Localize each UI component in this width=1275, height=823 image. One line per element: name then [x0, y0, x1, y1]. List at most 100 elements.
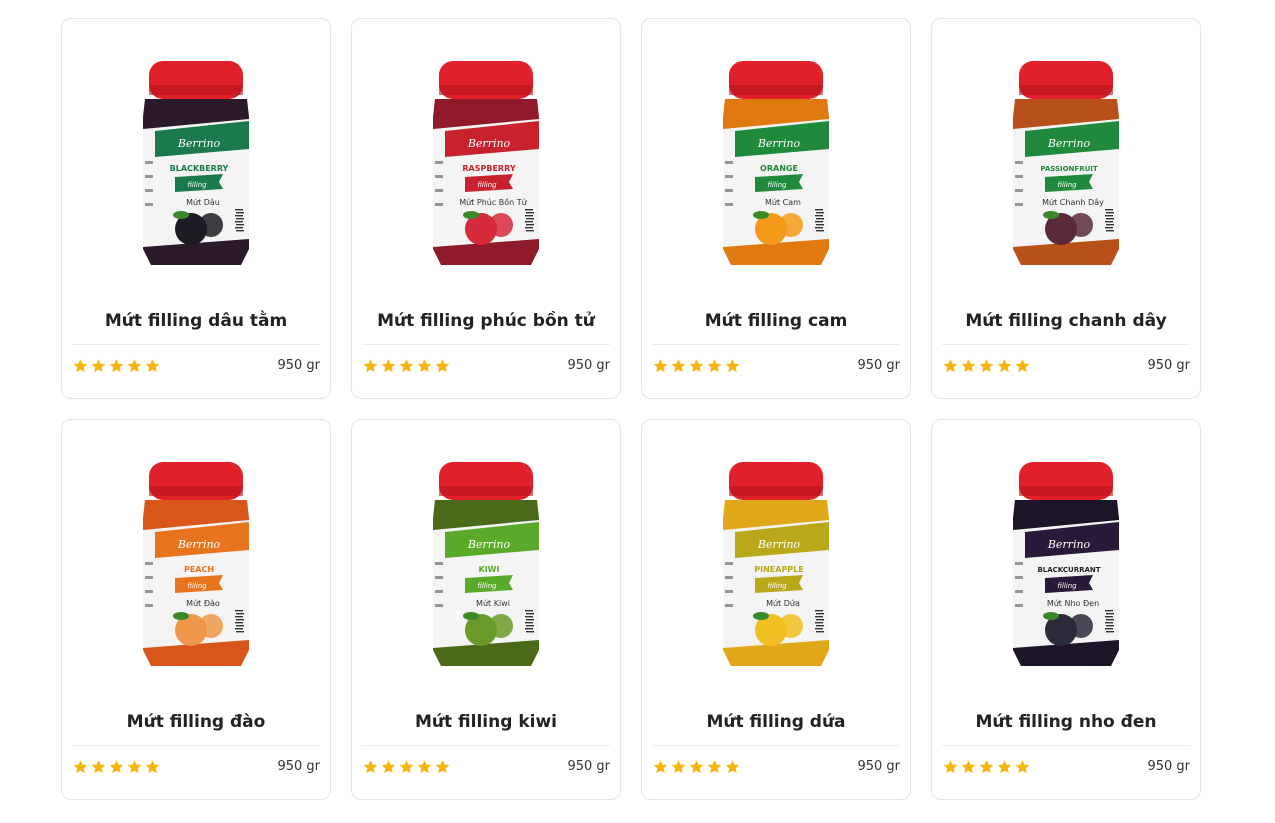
star-icon	[73, 359, 88, 373]
rating-stars	[652, 759, 741, 775]
vietnamese-label-text: Mứt Đào	[186, 599, 220, 608]
product-title[interactable]: Mứt filling cam	[652, 311, 900, 331]
product-image[interactable]: Berrino BLACKCURRANT filling Mứt Nho Đen	[932, 420, 1200, 700]
rating-stars	[72, 759, 161, 775]
product-image[interactable]: Berrino BLACKBERRY filling Mứt Dâu	[62, 19, 330, 299]
product-weight: 950 gr	[857, 358, 900, 373]
filling-ribbon-text: filling	[1057, 181, 1077, 189]
product-title[interactable]: Mứt filling nho đen	[942, 712, 1190, 732]
star-icon	[707, 760, 722, 774]
divider	[362, 745, 610, 746]
star-icon	[399, 760, 414, 774]
divider	[652, 344, 900, 345]
product-title[interactable]: Mứt filling chanh dây	[942, 311, 1190, 331]
product-image[interactable]: Berrino PASSIONFRUIT filling Mứt Chanh Dây	[932, 19, 1200, 299]
vietnamese-label-text: Mứt Kiwi	[476, 599, 510, 608]
brand-logo-text: Berrino	[467, 137, 511, 150]
star-icon	[725, 359, 740, 373]
star-icon	[127, 359, 142, 373]
product-weight: 950 gr	[1147, 358, 1190, 373]
star-icon	[145, 359, 160, 373]
star-icon	[399, 359, 414, 373]
flavor-label-text: BLACKBERRY	[170, 164, 229, 173]
product-weight: 950 gr	[277, 358, 320, 373]
vietnamese-label-text: Mứt Dâu	[186, 198, 220, 207]
flavor-label-text: PASSIONFRUIT	[1040, 165, 1098, 173]
star-icon	[417, 760, 432, 774]
product-card[interactable]: Berrino PEACH filling Mứt Đào Mứt filling đà…	[61, 419, 331, 800]
star-icon	[1015, 760, 1030, 774]
star-icon	[689, 760, 704, 774]
product-jar-image: Berrino KIWI filling Mứt Kiwi	[433, 462, 539, 666]
product-card[interactable]: Berrino RASPBERRY filling Mứt Phúc Bồn Tử Mứ…	[351, 18, 621, 399]
product-title[interactable]: Mứt filling dứa	[652, 712, 900, 732]
star-icon	[943, 760, 958, 774]
divider	[942, 344, 1190, 345]
product-card[interactable]: Berrino PINEAPPLE filling Mứt Dứa Mứt fillin…	[641, 419, 911, 800]
rating-stars	[942, 759, 1031, 775]
brand-logo-text: Berrino	[177, 137, 221, 150]
product-jar-image: Berrino PEACH filling Mứt Đào	[143, 462, 249, 666]
flavor-label-text: PEACH	[184, 565, 214, 574]
filling-ribbon-text: filling	[187, 582, 207, 590]
flavor-label-text: RASPBERRY	[462, 164, 515, 173]
vietnamese-label-text: Mứt Nho Đen	[1047, 599, 1099, 608]
product-weight: 950 gr	[277, 759, 320, 774]
star-icon	[381, 760, 396, 774]
product-image[interactable]: Berrino PINEAPPLE filling Mứt Dứa	[642, 420, 910, 700]
brand-logo-text: Berrino	[757, 137, 801, 150]
star-icon	[145, 760, 160, 774]
brand-logo-text: Berrino	[1047, 538, 1091, 551]
product-jar-image: Berrino RASPBERRY filling Mứt Phúc Bồn Tử	[433, 61, 539, 265]
product-title[interactable]: Mứt filling kiwi	[362, 712, 610, 732]
product-card[interactable]: Berrino PASSIONFRUIT filling Mứt Chanh Dây M…	[931, 18, 1201, 399]
product-image[interactable]: Berrino RASPBERRY filling Mứt Phúc Bồn Tử	[352, 19, 620, 299]
product-weight: 950 gr	[857, 759, 900, 774]
brand-logo-text: Berrino	[467, 538, 511, 551]
product-card[interactable]: Berrino KIWI filling Mứt Kiwi Mứt filling ki…	[351, 419, 621, 800]
divider	[652, 745, 900, 746]
product-grid: Berrino BLACKBERRY filling Mứt Dâu Mứt filli…	[61, 18, 1201, 800]
divider	[72, 344, 320, 345]
product-image[interactable]: Berrino ORANGE filling Mứt Cam	[642, 19, 910, 299]
star-icon	[653, 359, 668, 373]
product-card[interactable]: Berrino BLACKCURRANT filling Mứt Nho Đen Mứt…	[931, 419, 1201, 800]
vietnamese-label-text: Mứt Phúc Bồn Tử	[459, 197, 527, 207]
star-icon	[435, 359, 450, 373]
star-icon	[979, 359, 994, 373]
product-title[interactable]: Mứt filling dâu tằm	[72, 311, 320, 331]
filling-ribbon-text: filling	[767, 582, 787, 590]
star-icon	[109, 359, 124, 373]
brand-logo-text: Berrino	[757, 538, 801, 551]
star-icon	[109, 760, 124, 774]
product-jar-image: Berrino ORANGE filling Mứt Cam	[723, 61, 829, 265]
product-jar-image: Berrino PINEAPPLE filling Mứt Dứa	[723, 462, 829, 666]
filling-ribbon-text: filling	[767, 181, 787, 189]
product-jar-image: Berrino BLACKCURRANT filling Mứt Nho Đen	[1013, 462, 1119, 666]
star-icon	[707, 359, 722, 373]
vietnamese-label-text: Mứt Dứa	[766, 599, 800, 608]
flavor-label-text: KIWI	[479, 565, 500, 574]
product-weight: 950 gr	[567, 759, 610, 774]
product-title[interactable]: Mứt filling phúc bồn tử	[362, 311, 610, 331]
star-icon	[435, 760, 450, 774]
product-title[interactable]: Mứt filling đào	[72, 712, 320, 732]
product-card[interactable]: Berrino BLACKBERRY filling Mứt Dâu Mứt filli…	[61, 18, 331, 399]
product-weight: 950 gr	[567, 358, 610, 373]
rating-stars	[362, 358, 451, 374]
vietnamese-label-text: Mứt Cam	[765, 198, 801, 207]
star-icon	[979, 760, 994, 774]
product-card[interactable]: Berrino ORANGE filling Mứt Cam Mứt filling c…	[641, 18, 911, 399]
product-image[interactable]: Berrino KIWI filling Mứt Kiwi	[352, 420, 620, 700]
star-icon	[363, 359, 378, 373]
star-icon	[997, 359, 1012, 373]
filling-ribbon-text: filling	[477, 181, 497, 189]
star-icon	[671, 760, 686, 774]
product-image[interactable]: Berrino PEACH filling Mứt Đào	[62, 420, 330, 700]
divider	[942, 745, 1190, 746]
star-icon	[73, 760, 88, 774]
star-icon	[381, 359, 396, 373]
brand-logo-text: Berrino	[177, 538, 221, 551]
filling-ribbon-text: filling	[187, 181, 207, 189]
divider	[362, 344, 610, 345]
